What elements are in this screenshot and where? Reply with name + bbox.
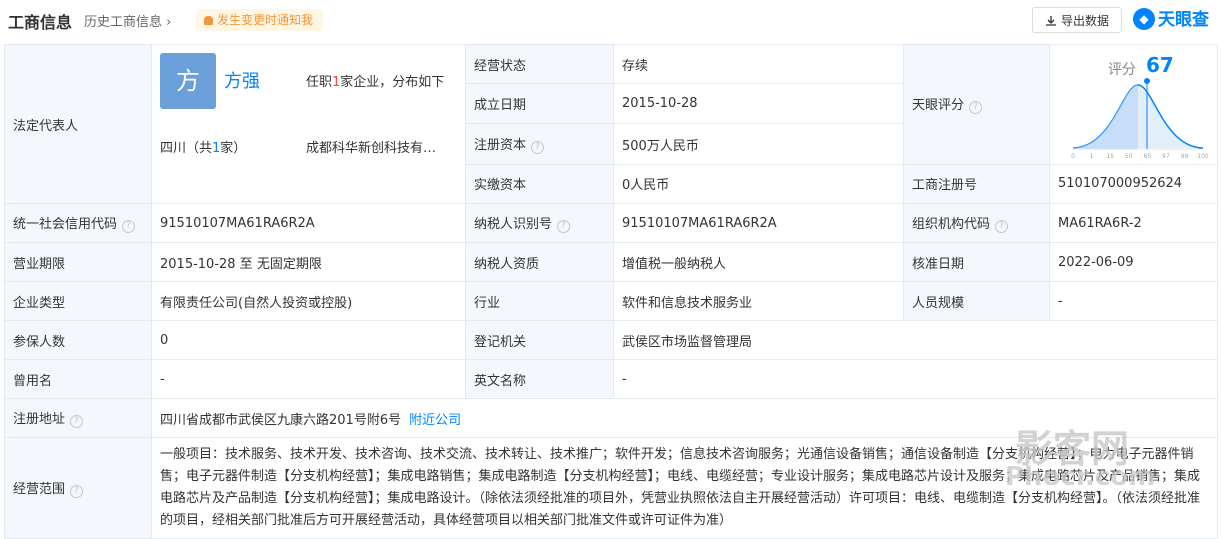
score-distribution-chart: 0 1 15 50 65 97 99 100 bbox=[1071, 78, 1208, 160]
region-prefix: 四川（共 bbox=[160, 141, 213, 156]
watermark-url: Phocr.com bbox=[1005, 462, 1156, 492]
notify-label: 发生变更时通知我 bbox=[217, 13, 314, 27]
question-icon[interactable]: ? bbox=[122, 220, 136, 233]
score-tick-label: 15 bbox=[1106, 153, 1114, 160]
approve-date-label: 核准日期 bbox=[903, 242, 1050, 282]
score-tick-label: 99 bbox=[1181, 153, 1189, 160]
legal-rep-name[interactable]: 方强 bbox=[224, 67, 260, 93]
score-label: 天眼评分 bbox=[912, 98, 965, 114]
question-icon[interactable]: ? bbox=[70, 485, 84, 498]
org-code-value: MA61RA6R-2 bbox=[1049, 203, 1218, 243]
question-icon[interactable]: ? bbox=[531, 141, 545, 155]
question-icon[interactable]: ? bbox=[557, 220, 571, 233]
address-label: 注册地址 bbox=[13, 412, 66, 427]
export-label: 导出数据 bbox=[1060, 14, 1109, 28]
avatar[interactable]: 方 bbox=[160, 53, 216, 109]
taxpayer-id-label: 纳税人识别号 bbox=[474, 217, 553, 232]
taxpayer-type-label: 纳税人资质 bbox=[465, 242, 614, 282]
org-code-label: 组织机构代码 bbox=[912, 217, 991, 232]
history-link[interactable]: 历史工商信息 › bbox=[84, 11, 171, 30]
legal-rep-region: 四川（共1家） bbox=[160, 137, 246, 156]
role-prefix: 任职 bbox=[306, 75, 333, 90]
credit-code-value: 91510107MA61RA6R2A bbox=[151, 203, 466, 243]
score-caption: 评分 bbox=[1108, 62, 1136, 79]
region-suffix: 家） bbox=[220, 141, 247, 156]
english-name-label: 英文名称 bbox=[465, 359, 614, 399]
staff-size-value: - bbox=[1049, 281, 1218, 321]
section-title: 工商信息 bbox=[8, 13, 73, 32]
logo-text: 天眼查 bbox=[1158, 10, 1209, 30]
capital-label: 注册资本 bbox=[474, 138, 527, 154]
taxpayer-id-value: 91510107MA61RA6R2A bbox=[613, 203, 904, 243]
chevron-right-icon: › bbox=[162, 15, 172, 30]
insured-label: 参保人数 bbox=[4, 320, 152, 360]
approve-date-value: 2022-06-09 bbox=[1049, 242, 1218, 282]
legal-rep-company-link[interactable]: 成都科华新创科技有… bbox=[306, 137, 436, 156]
score-label-cell: 天眼评分? bbox=[903, 44, 1050, 165]
score-tick-label: 97 bbox=[1162, 153, 1170, 160]
export-button[interactable]: 导出数据 bbox=[1032, 7, 1122, 33]
former-name-value: - bbox=[151, 359, 466, 399]
status-value: 存续 bbox=[613, 43, 904, 85]
credit-code-label: 统一社会信用代码 bbox=[13, 217, 118, 232]
scope-label: 经营范围 bbox=[13, 482, 66, 497]
question-icon[interactable]: ? bbox=[70, 415, 84, 428]
legal-rep-cell: 方 方强 任职1家企业，分布如下 四川（共1家） 成都科华新创科技有… bbox=[151, 44, 466, 204]
question-icon[interactable]: ? bbox=[995, 220, 1009, 233]
legal-rep-role: 任职1家企业，分布如下 bbox=[306, 71, 444, 90]
staff-size-label: 人员规模 bbox=[903, 281, 1050, 321]
industry-value: 软件和信息技术服务业 bbox=[613, 281, 904, 321]
capital-value: 500万人民币 bbox=[613, 123, 904, 165]
legal-rep-label: 法定代表人 bbox=[4, 44, 152, 204]
score-value: 67 bbox=[1146, 53, 1174, 78]
nearby-companies-link[interactable]: 附近公司 bbox=[409, 413, 461, 428]
score-tick-label: 65 bbox=[1143, 153, 1151, 160]
bell-icon bbox=[204, 16, 213, 25]
org-code-label-cell: 组织机构代码? bbox=[903, 203, 1050, 243]
former-name-label: 曾用名 bbox=[4, 359, 152, 399]
reg-no-label: 工商注册号 bbox=[903, 163, 1050, 205]
industry-label: 行业 bbox=[465, 281, 614, 321]
address-value: 四川省成都市武侯区九康六路201号附6号 bbox=[160, 412, 402, 428]
logo-mark-icon: ◆ bbox=[1133, 8, 1155, 30]
role-suffix: 家企业，分布如下 bbox=[340, 75, 445, 90]
history-link-label: 历史工商信息 bbox=[84, 15, 163, 30]
term-value: 2015-10-28 至 无固定期限 bbox=[151, 242, 466, 282]
authority-value: 武侯区市场监督管理局 bbox=[613, 320, 1218, 360]
company-type-value: 有限责任公司(自然人投资或控股) bbox=[151, 281, 466, 321]
score-tick-label: 100 bbox=[1197, 153, 1208, 160]
founded-value: 2015-10-28 bbox=[613, 83, 904, 125]
scope-label-cell: 经营范围? bbox=[4, 437, 152, 539]
section-header: 工商信息 历史工商信息 › 发生变更时通知我 导出数据 ◆ 天眼查 bbox=[0, 0, 1222, 44]
download-icon bbox=[1045, 16, 1056, 26]
status-label: 经营状态 bbox=[465, 43, 614, 85]
capital-label-cell: 注册资本? bbox=[465, 123, 614, 165]
score-cell: 评分 67 0 1 15 50 65 97 99 100 bbox=[1049, 44, 1218, 165]
credit-code-label-cell: 统一社会信用代码? bbox=[4, 203, 152, 243]
taxpayer-id-label-cell: 纳税人识别号? bbox=[465, 203, 614, 243]
question-icon[interactable]: ? bbox=[969, 101, 983, 115]
score-tick-label: 0 bbox=[1071, 153, 1075, 160]
company-type-label: 企业类型 bbox=[4, 281, 152, 321]
notify-button[interactable]: 发生变更时通知我 bbox=[196, 9, 324, 31]
insured-value: 0 bbox=[151, 320, 466, 360]
english-name-value: - bbox=[613, 359, 1218, 399]
taxpayer-type-value: 增值税一般纳税人 bbox=[613, 242, 904, 282]
authority-label: 登记机关 bbox=[465, 320, 614, 360]
score-tick-label: 50 bbox=[1125, 153, 1133, 160]
address-label-cell: 注册地址? bbox=[4, 398, 152, 438]
paid-label: 实缴资本 bbox=[465, 163, 614, 205]
score-tick-label: 1 bbox=[1090, 153, 1094, 160]
term-label: 营业期限 bbox=[4, 242, 152, 282]
reg-no-value: 510107000952624 bbox=[1049, 163, 1218, 205]
founded-label: 成立日期 bbox=[465, 83, 614, 125]
tianyancha-logo: ◆ 天眼查 bbox=[1133, 6, 1209, 34]
paid-value: 0人民币 bbox=[613, 163, 904, 205]
